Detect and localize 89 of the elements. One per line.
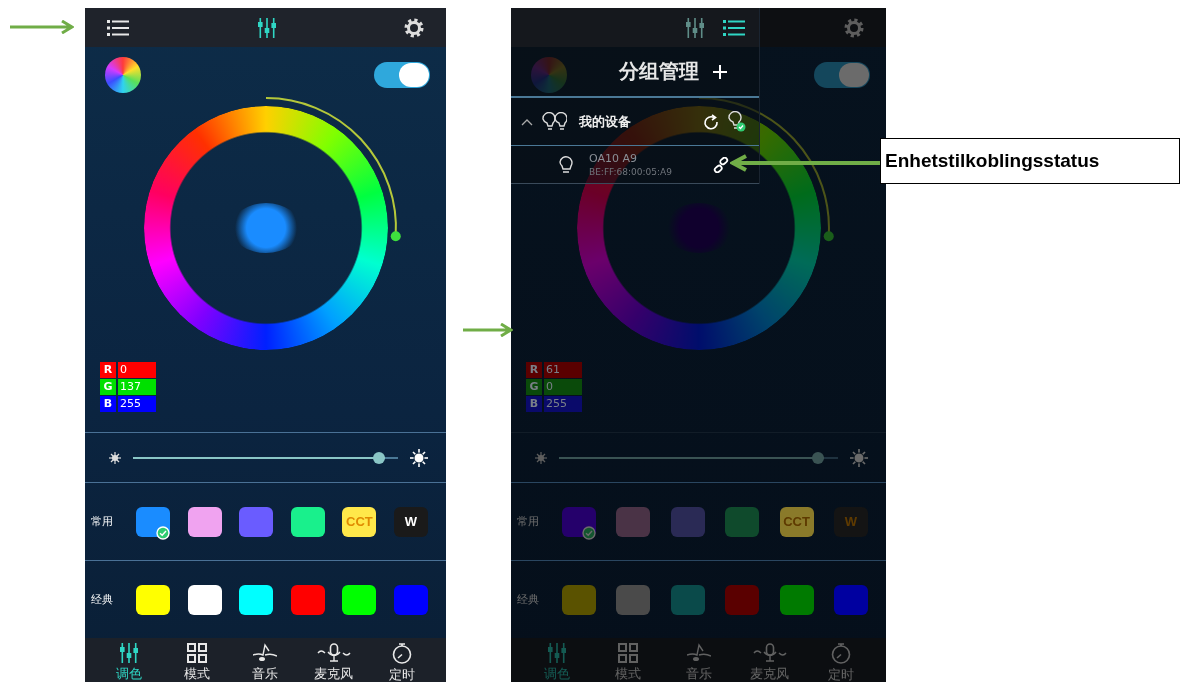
color-swatch[interactable] bbox=[239, 506, 274, 537]
music-note-icon bbox=[686, 643, 711, 663]
arrow bbox=[463, 323, 513, 337]
stopwatch-icon bbox=[390, 642, 413, 664]
channel-value: 255 bbox=[544, 396, 582, 412]
color-swatch[interactable] bbox=[562, 506, 596, 537]
device-address: BE:FF:68:00:05:A9 bbox=[589, 167, 673, 177]
channel-value: 0 bbox=[118, 362, 156, 378]
color-swatch[interactable] bbox=[290, 506, 325, 537]
brightness-high-icon bbox=[850, 448, 868, 467]
color-swatch[interactable] bbox=[670, 506, 705, 537]
bulb-icon bbox=[559, 155, 573, 174]
nav-tab[interactable]: 麦克风 bbox=[305, 639, 362, 682]
color-swatch[interactable] bbox=[342, 584, 377, 615]
color-swatch[interactable] bbox=[562, 584, 596, 615]
arc-handle-drawing[interactable] bbox=[264, 96, 401, 241]
settings-icon[interactable] bbox=[404, 17, 424, 38]
sliders-icon bbox=[118, 643, 141, 663]
preset-row-label: 常用 bbox=[91, 514, 114, 529]
nav-tab[interactable]: 定时 bbox=[812, 638, 869, 682]
grid-icon bbox=[187, 643, 208, 663]
color-swatch[interactable] bbox=[393, 584, 428, 615]
color-swatch[interactable] bbox=[187, 584, 222, 615]
brightness-low-icon bbox=[535, 451, 547, 464]
color-swatch[interactable] bbox=[187, 506, 222, 537]
preset-row-label: 经典 bbox=[91, 592, 114, 607]
color-swatch[interactable] bbox=[670, 584, 705, 615]
chevron-icon[interactable] bbox=[521, 117, 533, 126]
power-toggle[interactable] bbox=[374, 62, 430, 88]
channel-value: 0 bbox=[544, 379, 582, 395]
arrow bbox=[10, 20, 74, 34]
color-swatch[interactable] bbox=[239, 584, 274, 615]
color-swatch[interactable] bbox=[136, 506, 170, 537]
brightness-high-icon bbox=[410, 448, 428, 467]
channel-label: G bbox=[100, 379, 116, 395]
nav-tab[interactable]: 音乐 bbox=[670, 639, 727, 682]
group-name[interactable]: 我的设备 bbox=[579, 112, 695, 131]
color-swatch[interactable] bbox=[616, 506, 651, 537]
drawer-title: 分组管理 bbox=[619, 58, 699, 85]
nav-tab[interactable]: 定时 bbox=[373, 638, 430, 682]
menu-icon[interactable] bbox=[723, 19, 745, 36]
bulbs-icon bbox=[541, 111, 567, 132]
color-swatch[interactable] bbox=[616, 584, 651, 615]
channel-value: 137 bbox=[118, 379, 156, 395]
callout-label: Enhetstilkoblingsstatus bbox=[880, 138, 1180, 184]
check-icon bbox=[582, 525, 596, 540]
preset-row-label: 常用 bbox=[517, 514, 540, 529]
link-icon[interactable] bbox=[713, 156, 729, 173]
color-swatch[interactable]: W bbox=[393, 506, 428, 537]
sliders-icon[interactable] bbox=[256, 17, 277, 38]
microphone-icon bbox=[752, 643, 787, 663]
grid-icon bbox=[617, 643, 638, 663]
nav-tab[interactable]: 模式 bbox=[599, 639, 656, 682]
arc-handle-drawing[interactable] bbox=[697, 96, 834, 241]
microphone-icon bbox=[316, 643, 351, 663]
channel-label: G bbox=[526, 379, 542, 395]
channel-label: R bbox=[100, 362, 116, 378]
nav-tab[interactable]: 调色 bbox=[101, 639, 158, 682]
stopwatch-icon bbox=[829, 642, 852, 664]
add-icon[interactable] bbox=[713, 64, 727, 79]
sliders-icon[interactable] bbox=[685, 17, 705, 38]
color-wheel-icon[interactable] bbox=[531, 57, 567, 93]
color-swatch[interactable] bbox=[779, 584, 814, 615]
slider-thumb[interactable] bbox=[812, 451, 825, 464]
brightness-low-icon bbox=[109, 451, 121, 464]
bulb-check-icon[interactable] bbox=[727, 110, 747, 133]
color-swatch[interactable] bbox=[725, 584, 760, 615]
color-swatch[interactable] bbox=[833, 584, 868, 615]
color-swatch[interactable] bbox=[136, 584, 170, 615]
sliders-icon bbox=[545, 643, 568, 663]
channel-value: 255 bbox=[118, 396, 156, 412]
channel-label: B bbox=[100, 396, 116, 412]
channel-label: B bbox=[526, 396, 542, 412]
color-swatch[interactable] bbox=[725, 506, 760, 537]
music-note-icon bbox=[253, 643, 278, 663]
nav-tab[interactable]: 模式 bbox=[169, 639, 226, 682]
preset-row-label: 经典 bbox=[517, 592, 540, 607]
power-toggle[interactable] bbox=[814, 62, 870, 88]
menu-icon[interactable] bbox=[107, 19, 129, 36]
device-name[interactable]: OA10 A9 bbox=[589, 152, 697, 165]
slider-thumb[interactable] bbox=[372, 451, 385, 464]
nav-tab[interactable]: 音乐 bbox=[237, 639, 294, 682]
channel-value: 61 bbox=[544, 362, 582, 378]
color-swatch[interactable] bbox=[290, 584, 325, 615]
nav-tab[interactable]: 麦克风 bbox=[741, 639, 798, 682]
refresh-icon[interactable] bbox=[703, 113, 719, 130]
channel-label: R bbox=[526, 362, 542, 378]
check-icon bbox=[156, 525, 170, 540]
color-wheel-icon[interactable] bbox=[105, 57, 141, 93]
